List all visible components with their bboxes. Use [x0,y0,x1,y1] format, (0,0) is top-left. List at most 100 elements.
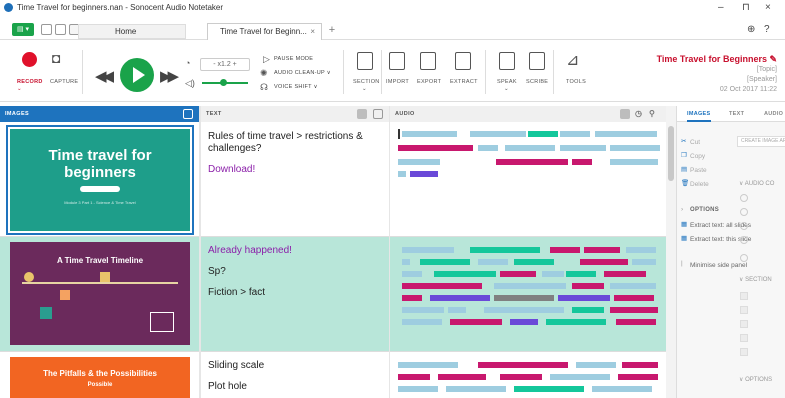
radio-option[interactable] [740,208,748,216]
text-column-toggle-icon[interactable] [373,109,383,119]
audio-chunk[interactable] [595,131,657,137]
color-swatch[interactable] [740,320,748,328]
audio-chunk[interactable] [402,307,444,313]
minimize-button[interactable]: – [718,2,724,13]
audio-chunk[interactable] [446,386,506,392]
text-cell[interactable]: Already happened! Sp? Fiction > fact [201,237,389,351]
copy-menu-item[interactable]: Copy [690,153,705,160]
audio-chunk[interactable] [496,159,568,165]
audio-chunk[interactable] [626,247,656,253]
export-icon[interactable] [420,52,436,70]
audio-settings-icon[interactable] [620,109,630,119]
tab-document[interactable]: Time Travel for Beginn... × [207,23,322,40]
side-tab-images[interactable]: IMAGES [687,106,711,122]
audio-chunk[interactable] [402,295,422,301]
main-scrollbar[interactable] [666,106,676,398]
color-swatch[interactable] [740,334,748,342]
playback-speed-control[interactable]: - x1.2 + [200,58,250,71]
capture-label[interactable]: CAPTURE [50,79,78,85]
paste-menu-item[interactable]: Paste [690,167,707,174]
slide-thumbnail[interactable]: Time travel for beginners Module 3 Part … [6,125,194,235]
audio-chunk[interactable] [566,271,596,277]
color-swatch[interactable] [740,292,748,300]
audio-chunk[interactable] [494,295,554,301]
tab-home[interactable]: Home [78,24,186,39]
audio-chunk[interactable] [402,131,457,137]
help-icon[interactable]: ? [764,24,770,35]
undo-icon[interactable] [41,24,52,35]
audio-chunk[interactable] [398,374,430,380]
radio-option[interactable] [740,194,748,202]
audio-chunk[interactable] [398,386,438,392]
scribe-icon[interactable] [529,52,545,70]
audio-chunk[interactable] [500,374,542,380]
file-menu-button[interactable]: ▤ ▾ [12,23,34,36]
delete-menu-item[interactable]: Delete [690,181,709,188]
note-line[interactable]: Download! [208,164,382,176]
document-topic[interactable]: [Topic] [757,66,777,73]
note-line[interactable]: Rules of time travel > restrictions & ch… [208,131,382,155]
audio-chunk[interactable] [398,159,440,165]
audio-chunk[interactable] [398,171,406,177]
close-button[interactable]: × [765,2,771,13]
audio-column-options-heading[interactable]: ∨ AUDIO CO [739,180,774,187]
audio-chunk[interactable] [398,129,400,139]
audio-chunk[interactable] [546,319,606,325]
text-cell[interactable]: Sliding scale Plot hole [201,352,389,398]
rewind-icon[interactable]: ◀◀ [95,67,114,85]
audio-cell[interactable] [390,352,666,398]
zoom-icon[interactable]: ⊕ [747,24,755,35]
audio-chunk[interactable] [398,145,473,151]
extract-button[interactable]: EXTRACT [450,79,478,85]
note-line[interactable]: Plot hole [208,381,382,393]
document-speaker[interactable]: [Speaker] [747,76,777,83]
slide-thumbnail[interactable]: The Pitfalls & the Possibilities Possibl… [10,357,190,398]
options-2-heading[interactable]: ∨ OPTIONS [739,376,772,383]
audio-chunk[interactable] [510,319,538,325]
audio-chunk[interactable] [614,295,654,301]
audio-chunk[interactable] [430,295,490,301]
audio-chunk[interactable] [572,283,604,289]
section-icon[interactable] [357,52,373,70]
audio-chunk[interactable] [632,259,656,265]
export-button[interactable]: EXPORT [417,79,441,85]
tools-icon[interactable]: ⊿ [566,50,579,70]
audio-chunk[interactable] [402,271,422,277]
audio-chunk[interactable] [398,362,458,368]
redo-icon[interactable] [55,24,66,35]
image-cell[interactable]: Time travel for beginners Module 3 Part … [0,123,199,236]
create-image-area-button[interactable]: CREATE IMAGE AREA [737,136,785,147]
document-title[interactable]: Time Travel for Beginners ✎ [657,54,777,65]
note-line[interactable]: Sp? [208,266,382,278]
audio-chunk[interactable] [542,271,564,277]
import-icon[interactable] [389,52,405,70]
scribe-button[interactable]: SCRIBE [526,79,548,85]
note-line[interactable]: Already happened! [208,245,382,257]
side-tab-text[interactable]: TEXT [729,106,744,122]
audio-chunk[interactable] [450,319,502,325]
radio-option[interactable] [740,236,748,244]
audio-chunk[interactable] [572,159,592,165]
audio-chunk[interactable] [402,319,442,325]
record-chevron-icon[interactable]: ⌄ [17,86,22,92]
audio-chunk[interactable] [500,271,536,277]
text-format-icon[interactable] [357,109,367,119]
speak-icon[interactable] [499,52,515,70]
audio-chunk[interactable] [494,283,566,289]
audio-chunk[interactable] [514,386,584,392]
audio-chunk[interactable] [560,145,606,151]
audio-chunk[interactable] [584,247,620,253]
fast-forward-icon[interactable]: ▶▶ [160,67,179,85]
audio-chunk[interactable] [580,259,628,265]
side-tab-audio[interactable]: AUDIO [764,106,783,122]
audio-chunk[interactable] [410,171,438,177]
options-heading[interactable]: OPTIONS [690,207,719,213]
options-chevron-icon[interactable]: › [681,206,683,213]
audio-chunk[interactable] [478,259,508,265]
minimise-side-panel-item[interactable]: Minimise side panel [690,262,747,269]
audio-chunk[interactable] [610,159,658,165]
radio-option[interactable] [740,222,748,230]
audio-chunk[interactable] [550,374,610,380]
audio-chunk[interactable] [572,307,604,313]
color-swatch[interactable] [740,306,748,314]
